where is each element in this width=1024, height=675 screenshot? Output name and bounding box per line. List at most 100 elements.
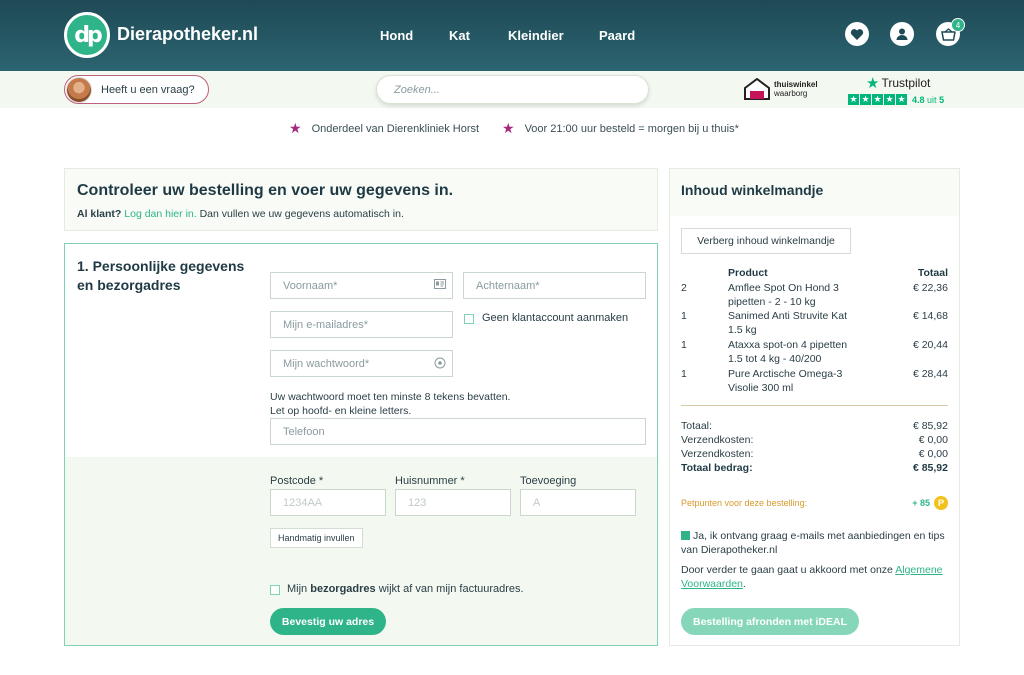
password-field[interactable]: Mijn wachtwoord*: [270, 350, 453, 377]
thuiswinkel-logo-icon: [744, 77, 770, 100]
points-value: + 85: [912, 498, 930, 508]
item-price: € 22,36: [912, 282, 948, 294]
customer-prefix: Al klant?: [77, 208, 122, 220]
addition-placeholder: A: [533, 496, 541, 509]
terms-end: .: [742, 578, 746, 590]
lastname-placeholder: Achternaam*: [476, 279, 540, 292]
summary-label: Verzendkosten:: [681, 434, 754, 446]
trustpilot-label: Trustpilot: [881, 76, 931, 90]
dp-logo-icon[interactable]: dp: [64, 12, 110, 58]
star-icon: ★: [896, 94, 907, 105]
id-card-icon: [434, 279, 446, 292]
item-name[interactable]: Amflee Spot On Hond 3 pipetten - 2 - 10 …: [728, 281, 868, 309]
housenumber-placeholder: 123: [408, 496, 427, 509]
terms-prefix: Door verder te gaan gaat u akkoord met o…: [681, 564, 893, 576]
item-name-line1: Sanimed Anti Struvite Kat: [728, 310, 848, 322]
grand-total-row: Totaal bedrag: € 85,92: [681, 461, 948, 475]
item-name-line1: Ataxxa spot-on 4 pipetten: [728, 339, 848, 351]
item-name-line2: Visolie 300 ml: [728, 382, 794, 394]
lastname-input[interactable]: Achternaam*: [463, 272, 646, 299]
usp-text: Onderdeel van Dierenkliniek Horst: [311, 122, 480, 135]
star-icon: ★: [289, 120, 302, 136]
heart-icon[interactable]: [845, 22, 869, 46]
thuiswinkel-badge[interactable]: thuiswinkel waarborg: [744, 77, 818, 100]
delivery-suffix: wijkt af van mijn factuuradres.: [378, 583, 524, 595]
thuiswinkel-line1: thuiswinkel: [774, 80, 818, 89]
trustpilot-of: uit: [927, 94, 937, 105]
item-qty: 1: [681, 310, 687, 322]
email-field[interactable]: Mijn e-mailadres*: [270, 311, 453, 338]
section-title: 1. Persoonlijke gegevens en bezorgadres: [77, 258, 245, 293]
cart-summary: Inhoud winkelmandje Verberg inhoud winke…: [669, 168, 960, 646]
item-name-line2: 1.5 kg: [728, 324, 757, 336]
user-icon[interactable]: [890, 22, 914, 46]
housenumber-label: Huisnummer *: [395, 475, 465, 487]
item-name-line2: pipetten - 2 - 10 kg: [728, 296, 816, 308]
housenumber-input[interactable]: 123: [395, 489, 511, 516]
newsletter-option[interactable]: Ja, ik ontvang graag e-mails met aanbied…: [681, 529, 949, 557]
firstname-input[interactable]: Voornaam*: [270, 272, 453, 299]
item-price: € 14,68: [912, 310, 948, 322]
col-total: Totaal: [917, 267, 948, 279]
manual-entry-button[interactable]: Handmatig invullen: [270, 528, 363, 548]
addition-label: Toevoeging: [520, 475, 577, 487]
item-qty: 1: [681, 368, 687, 380]
no-account-checkbox[interactable]: [464, 314, 474, 324]
page-title: Controleer uw bestelling en voer uw gege…: [77, 182, 454, 199]
email-placeholder: Mijn e-mailadres*: [283, 318, 368, 331]
item-qty: 1: [681, 339, 687, 351]
firstname-placeholder: Voornaam*: [283, 279, 338, 292]
pet-points-row: Petpunten voor deze bestelling: + 85 P: [681, 496, 948, 510]
star-icon: ★: [502, 120, 515, 136]
password-hint-1: Uw wachtwoord moet ten minste 8 tekens b…: [270, 391, 511, 403]
trustpilot-rating-stars: ★ ★ ★ ★ ★ 4.8 uit 5: [848, 94, 944, 105]
star-icon: ★: [872, 94, 883, 105]
brand-name[interactable]: Dierapotheker.nl: [117, 24, 258, 45]
personal-details-form: 1. Persoonlijke gegevens en bezorgadres …: [64, 243, 658, 646]
nav-item-paard[interactable]: Paard: [599, 28, 635, 43]
phone-field[interactable]: Telefoon: [270, 418, 646, 445]
usp-item: ★ Voor 21:00 uur besteld = morgen bij u …: [502, 120, 739, 137]
trustpilot-max: 5: [939, 94, 945, 105]
trustpilot-score: 4.8: [912, 94, 925, 105]
trustpilot-star-icon: ★: [866, 75, 880, 92]
confirm-address-button[interactable]: Bevestig uw adres: [270, 608, 386, 635]
thuiswinkel-line2: waarborg: [774, 89, 808, 98]
col-product: Product: [728, 267, 768, 279]
delivery-prefix: Mijn: [287, 583, 308, 595]
no-account-label: Geen klantaccount aanmaken: [482, 312, 629, 324]
item-name[interactable]: Ataxxa spot-on 4 pipetten 1.5 tot 4 kg -…: [728, 338, 868, 366]
search-placeholder: Zoeken...: [394, 83, 440, 96]
item-name[interactable]: Sanimed Anti Struvite Kat 1.5 kg: [728, 309, 868, 337]
summary-row: Totaal: € 85,92: [681, 419, 948, 433]
item-name-line1: Pure Arctische Omega-3: [728, 368, 843, 380]
login-link[interactable]: Log dan hier in.: [124, 208, 196, 220]
grand-total-label: Totaal bedrag:: [681, 462, 753, 474]
hide-cart-button[interactable]: Verberg inhoud winkelmandje: [681, 228, 851, 254]
summary-value: € 0,00: [918, 434, 948, 446]
customer-suffix: Dan vullen we uw gegevens automatisch in…: [199, 208, 404, 220]
delivery-address-checkbox[interactable]: [270, 585, 280, 595]
summary-label: Totaal:: [681, 420, 712, 432]
question-button[interactable]: Heeft u een vraag?: [64, 75, 209, 104]
star-icon: ★: [860, 94, 871, 105]
divider: [681, 405, 948, 406]
newsletter-checkbox[interactable]: [681, 531, 690, 540]
eye-icon[interactable]: [434, 357, 446, 372]
cart-title: Inhoud winkelmandje: [670, 169, 959, 216]
nav-item-hond[interactable]: Hond: [380, 28, 413, 43]
checkout-ideal-button[interactable]: Bestelling afronden met iDEAL: [681, 608, 859, 635]
summary-value: € 0,00: [918, 448, 948, 460]
nav-item-kat[interactable]: Kat: [449, 28, 470, 43]
delivery-bold: bezorgadres: [310, 583, 376, 595]
item-name[interactable]: Pure Arctische Omega-3 Visolie 300 ml: [728, 367, 868, 395]
trustpilot-badge[interactable]: ★ Trustpilot ★ ★ ★ ★ ★ 4.8 uit 5: [848, 74, 944, 105]
postcode-input[interactable]: 1234AA: [270, 489, 386, 516]
nav-item-kleindier[interactable]: Kleindier: [508, 28, 564, 43]
delivery-address-label: Mijn bezorgadres wijkt af van mijn factu…: [287, 583, 524, 595]
postcode-label: Postcode *: [270, 475, 324, 487]
search-input[interactable]: Zoeken...: [376, 75, 649, 104]
password-placeholder: Mijn wachtwoord*: [283, 357, 370, 370]
addition-input[interactable]: A: [520, 489, 636, 516]
item-price: € 28,44: [912, 368, 948, 380]
